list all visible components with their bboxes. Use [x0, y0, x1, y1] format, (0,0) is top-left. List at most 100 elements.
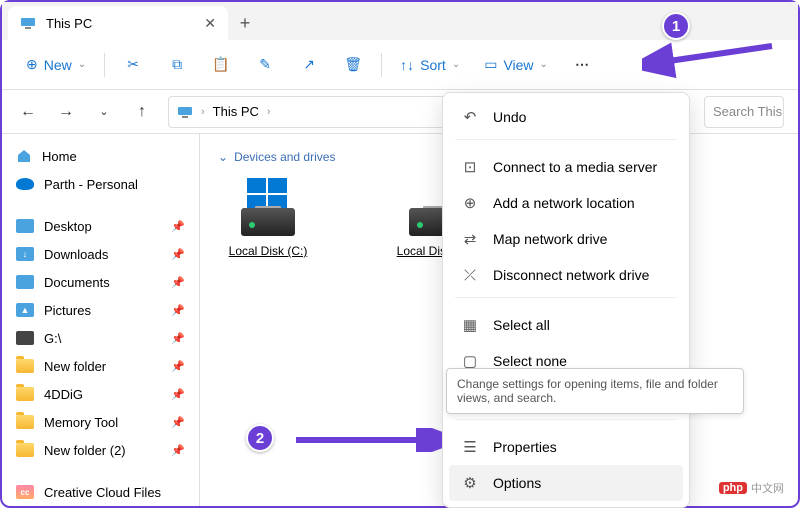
- chevron-down-icon: ⌄: [452, 59, 460, 70]
- menu-item-properties[interactable]: ☰Properties: [449, 429, 683, 465]
- sidebar-item-home[interactable]: Home: [8, 142, 193, 170]
- sidebar-item-folder[interactable]: Memory Tool 📌: [8, 408, 193, 436]
- sidebar-item-label: Parth - Personal: [44, 177, 138, 192]
- share-button[interactable]: ↗: [289, 48, 329, 82]
- sidebar-item-label: Home: [42, 149, 77, 164]
- creative-cloud-icon: cc: [16, 485, 34, 499]
- menu-item-label: Options: [493, 475, 541, 491]
- sidebar-item-label: Documents: [44, 275, 110, 290]
- share-icon: ↗: [303, 56, 315, 73]
- new-tab-button[interactable]: +: [228, 6, 262, 40]
- menu-item-select-all[interactable]: ▦ Select all: [449, 307, 683, 343]
- menu-item-disconnect[interactable]: ⤫ Disconnect network drive: [449, 257, 683, 293]
- disconnect-icon: ⤫: [461, 267, 479, 284]
- tab-title: This PC: [46, 16, 92, 31]
- sidebar-item-label: Pictures: [44, 303, 91, 318]
- menu-item-label: Map network drive: [493, 231, 607, 247]
- sidebar-item-label: Memory Tool: [44, 415, 118, 430]
- back-button[interactable]: ←: [16, 100, 40, 124]
- view-button[interactable]: ▭ View ⌄: [474, 48, 558, 82]
- annotation-badge-1: 1: [662, 12, 690, 40]
- clipboard-icon: 📋: [212, 56, 229, 73]
- up-button[interactable]: ↑: [130, 100, 154, 124]
- pin-icon: 📌: [171, 444, 185, 457]
- pin-icon: 📌: [171, 360, 185, 373]
- breadcrumb-item[interactable]: This PC: [213, 104, 259, 119]
- folder-icon: [16, 415, 34, 429]
- cut-button[interactable]: ✂: [113, 48, 153, 82]
- menu-item-media[interactable]: ⊡Connect to a media server: [449, 149, 683, 185]
- sidebar-item-label: 4DDiG: [44, 387, 83, 402]
- menu-item-options[interactable]: ⚙Options: [449, 465, 683, 501]
- drive-c[interactable]: Local Disk (C:): [218, 174, 318, 258]
- map-drive-icon: ⇄: [461, 230, 479, 248]
- new-label: New: [44, 57, 72, 73]
- tooltip: Change settings for opening items, file …: [446, 368, 744, 414]
- trash-icon: 🗑: [344, 56, 362, 73]
- rename-icon: ✎: [259, 56, 271, 73]
- copy-button[interactable]: ⧉: [157, 48, 197, 82]
- pin-icon: 📌: [171, 416, 185, 429]
- chevron-down-icon: ⌄: [540, 59, 548, 70]
- sidebar-item-label: Creative Cloud Files: [44, 485, 161, 500]
- sidebar-item-documents[interactable]: Documents📌: [8, 268, 193, 296]
- sidebar-item-desktop[interactable]: Desktop 📌: [8, 212, 193, 240]
- sidebar-item-folder[interactable]: New folder (2)📌: [8, 436, 193, 464]
- rename-button[interactable]: ✎: [245, 48, 285, 82]
- sidebar-item-folder[interactable]: 4DDiG 📌: [8, 380, 193, 408]
- sidebar-item-label: Desktop: [44, 219, 92, 234]
- watermark-logo: php: [719, 482, 747, 494]
- chevron-down-icon: ⌄: [78, 59, 86, 70]
- new-button[interactable]: ⊕ New ⌄: [16, 48, 96, 82]
- sidebar-item-gdrive[interactable]: G:\📌: [8, 324, 193, 352]
- delete-button[interactable]: 🗑: [333, 48, 373, 82]
- chevron-right-icon: ›: [201, 106, 205, 118]
- recent-button[interactable]: ⌄: [92, 100, 116, 124]
- undo-icon: ↶: [461, 108, 479, 126]
- menu-item-label: Add a network location: [493, 195, 635, 211]
- sidebar-item-pictures[interactable]: ▲ Pictures 📌: [8, 296, 193, 324]
- menu-item-label: Undo: [493, 109, 526, 125]
- select-all-icon: ▦: [461, 316, 479, 334]
- more-button[interactable]: ⋯: [562, 48, 602, 82]
- menu-item-undo[interactable]: ↶ Undo: [449, 99, 683, 135]
- pin-icon: 📌: [171, 304, 185, 317]
- sidebar-item-label: G:\: [44, 331, 61, 346]
- menu-item-label: Select none: [493, 353, 567, 369]
- pc-icon: [20, 17, 36, 29]
- document-icon: [16, 275, 34, 289]
- sidebar-item-personal[interactable]: Parth - Personal: [8, 170, 193, 198]
- group-header-label: Devices and drives: [234, 150, 335, 164]
- tab-this-pc[interactable]: This PC ✕: [8, 6, 228, 40]
- plus-circle-icon: ⊕: [26, 56, 38, 73]
- menu-item-label: Select all: [493, 317, 550, 333]
- sidebar-item-downloads[interactable]: ↓Downloads📌: [8, 240, 193, 268]
- paste-button[interactable]: 📋: [201, 48, 241, 82]
- drive-icon: [16, 331, 34, 345]
- tooltip-text: Change settings for opening items, file …: [457, 377, 718, 405]
- pictures-icon: ▲: [16, 303, 34, 317]
- sidebar-item-label: Downloads: [44, 247, 108, 262]
- drive-label: Local Disk (C:): [218, 244, 318, 258]
- sidebar-item-folder[interactable]: New folder📌: [8, 352, 193, 380]
- pin-icon: 📌: [171, 220, 185, 233]
- folder-icon: [16, 387, 34, 401]
- forward-button[interactable]: →: [54, 100, 78, 124]
- sort-button[interactable]: ↑↓ Sort ⌄: [390, 48, 470, 82]
- sidebar-item-cc[interactable]: cc Creative Cloud Files: [8, 478, 193, 506]
- close-icon[interactable]: ✕: [204, 15, 216, 32]
- view-icon: ▭: [484, 56, 497, 73]
- separator: [381, 53, 382, 77]
- menu-item-label: Disconnect network drive: [493, 267, 649, 283]
- separator: [104, 53, 105, 77]
- download-icon: ↓: [16, 247, 34, 261]
- search-placeholder: Search This PC: [713, 104, 784, 119]
- pc-icon: [177, 106, 193, 118]
- annotation-badge-2: 2: [246, 424, 274, 452]
- menu-item-netloc[interactable]: ⊕Add a network location: [449, 185, 683, 221]
- menu-item-map[interactable]: ⇄ Map network drive: [449, 221, 683, 257]
- folder-icon: [16, 359, 34, 373]
- pin-icon: 📌: [171, 388, 185, 401]
- folder-icon: [16, 443, 34, 457]
- search-input[interactable]: Search This PC: [704, 96, 784, 128]
